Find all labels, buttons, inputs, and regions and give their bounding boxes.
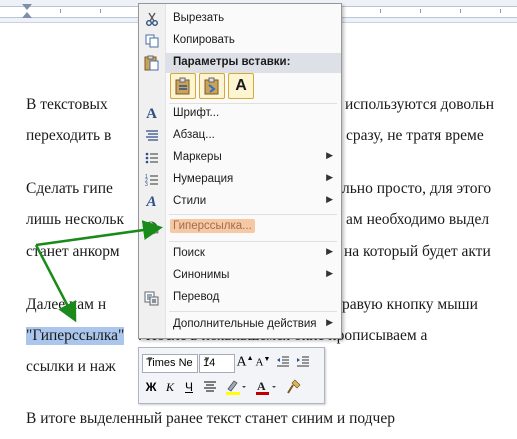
arrow-to-selected-text [34, 244, 77, 323]
arrow-to-hyperlink [35, 220, 163, 247]
annotation-arrows [34, 220, 163, 323]
